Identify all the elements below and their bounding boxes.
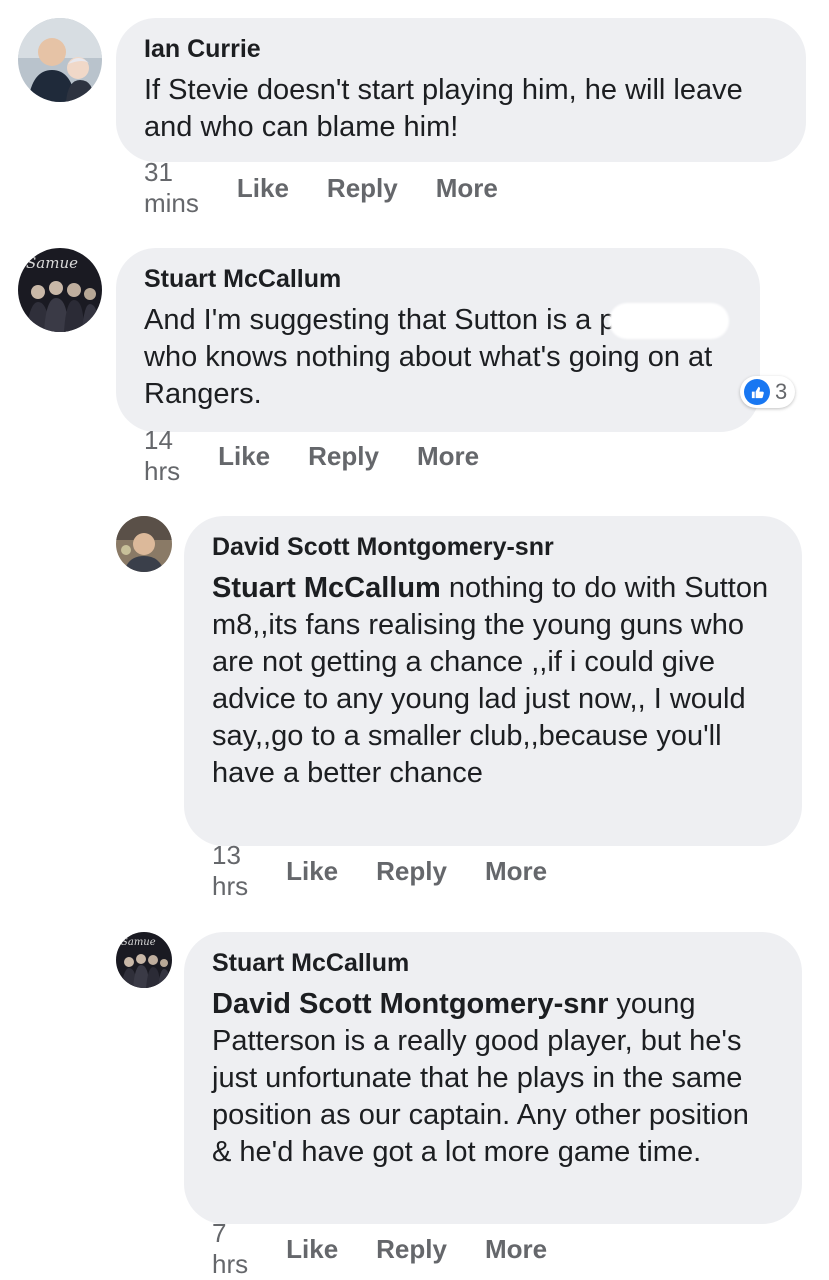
mention-link[interactable]: Stuart McCallum — [212, 572, 441, 604]
avatar[interactable]: Samue — [116, 932, 172, 988]
comment-time[interactable]: 13 hrs — [212, 840, 248, 902]
more-button[interactable]: More — [485, 856, 547, 887]
comment-text-body: nothing to do with Sutton m8,,its fans r… — [212, 572, 769, 789]
more-button[interactable]: More — [485, 1234, 547, 1265]
avatar[interactable] — [18, 18, 102, 102]
more-button[interactable]: More — [436, 173, 498, 204]
avatar[interactable]: Samue — [18, 248, 102, 332]
comment-author[interactable]: David Scott Montgomery-snr — [212, 532, 774, 562]
thumbs-up-icon — [744, 379, 770, 405]
reply-button[interactable]: Reply — [376, 856, 447, 887]
avatar[interactable] — [116, 516, 172, 572]
comment-actions: 7 hrs Like Reply More — [212, 1218, 547, 1279]
comment-actions: 13 hrs Like Reply More — [212, 840, 547, 901]
svg-text:Samue: Samue — [121, 937, 156, 948]
avatar-photo — [18, 18, 102, 102]
comment-text: If Stevie doesn't start playing him, he … — [144, 74, 743, 143]
reply-button[interactable]: Reply — [327, 173, 398, 204]
comment-bubble: Ian Currie If Stevie doesn't start playi… — [116, 18, 806, 162]
comment-author[interactable]: Ian Currie — [144, 34, 778, 64]
band-avatar-photo: Samue — [18, 248, 102, 332]
comment-bubble: Stuart McCallum And I'm suggesting that … — [116, 248, 760, 432]
svg-text:Samue: Samue — [26, 254, 78, 272]
reply-button[interactable]: Reply — [308, 441, 379, 472]
comment-text: David Scott Montgomery-snr young Patters… — [212, 986, 772, 1171]
comment-time[interactable]: 7 hrs — [212, 1218, 248, 1280]
comment-bubble: David Scott Montgomery-snr Stuart McCall… — [184, 516, 802, 846]
comment-bubble: Stuart McCallum David Scott Montgomery-s… — [184, 932, 802, 1224]
comment-author[interactable]: Stuart McCallum — [212, 948, 774, 978]
redaction-blur — [609, 303, 730, 340]
comment-author[interactable]: Stuart McCallum — [144, 264, 732, 294]
more-button[interactable]: More — [417, 441, 479, 472]
reaction-summary[interactable]: 3 — [740, 376, 796, 408]
mention-link[interactable]: David Scott Montgomery-snr — [212, 988, 608, 1020]
comment-text: Stuart McCallum nothing to do with Sutto… — [212, 570, 772, 792]
comment-actions: 14 hrs Like Reply More — [144, 425, 479, 486]
like-button[interactable]: Like — [237, 173, 289, 204]
comment-text-start: And I'm suggesting that Sutton is a p — [144, 304, 616, 336]
comment-actions: 31 mins Like Reply More — [144, 157, 498, 218]
reply-button[interactable]: Reply — [376, 1234, 447, 1265]
comment-time[interactable]: 14 hrs — [144, 425, 180, 487]
reaction-count: 3 — [775, 379, 788, 404]
comment-text-end: who knows nothing about what's going on … — [144, 341, 713, 411]
like-button[interactable]: Like — [286, 856, 338, 887]
like-button[interactable]: Like — [218, 441, 270, 472]
comment-text: And I'm suggesting that Sutton is a p wh… — [144, 302, 744, 413]
like-button[interactable]: Like — [286, 1234, 338, 1265]
band-avatar-photo: Samue — [116, 932, 172, 988]
comment-time[interactable]: 31 mins — [144, 157, 199, 219]
avatar-photo — [116, 516, 172, 572]
